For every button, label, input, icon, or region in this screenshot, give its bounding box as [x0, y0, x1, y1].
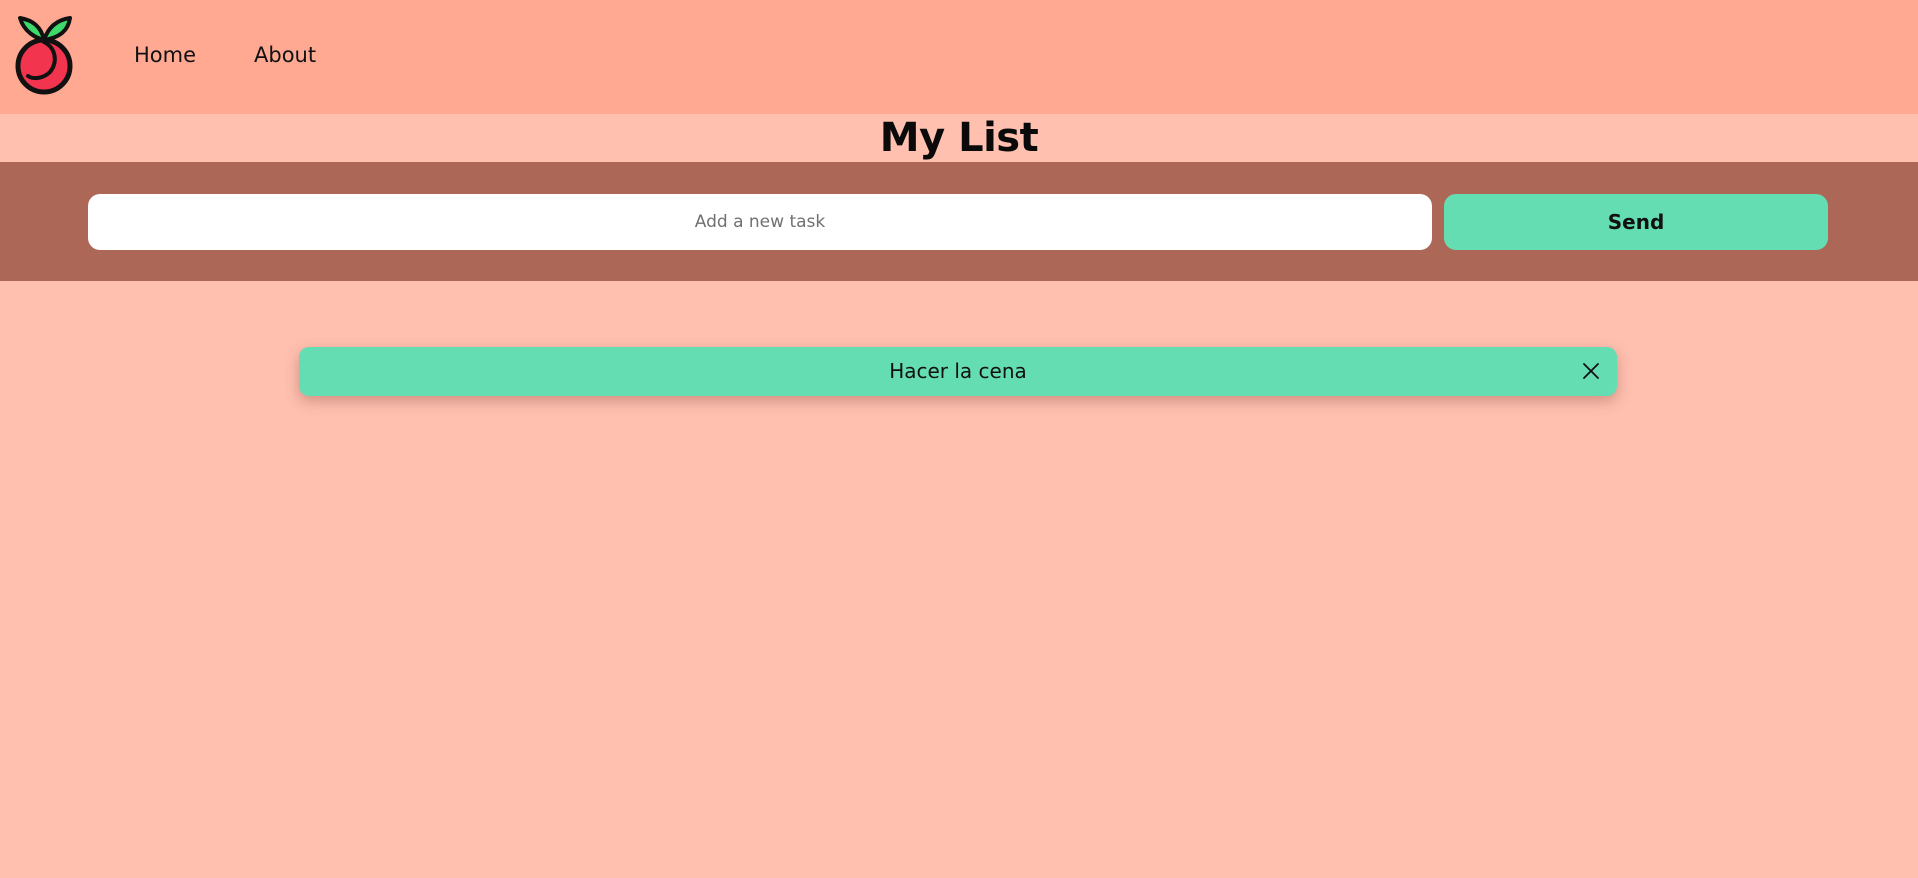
nav-link-home[interactable]: Home: [134, 42, 196, 68]
task-input[interactable]: [88, 194, 1432, 250]
task-text: Hacer la cena: [889, 359, 1027, 383]
page-title: My List: [879, 115, 1039, 161]
title-bar: My List: [0, 114, 1918, 162]
close-icon[interactable]: [1579, 359, 1603, 383]
send-button[interactable]: Send: [1444, 194, 1828, 250]
task-form: Send: [0, 162, 1918, 281]
cherry-logo-icon[interactable]: [14, 14, 74, 96]
task-list: Hacer la cena: [299, 347, 1617, 396]
navbar: Home About: [0, 0, 1918, 114]
nav-link-about[interactable]: About: [254, 42, 316, 68]
list-item: Hacer la cena: [299, 347, 1617, 396]
